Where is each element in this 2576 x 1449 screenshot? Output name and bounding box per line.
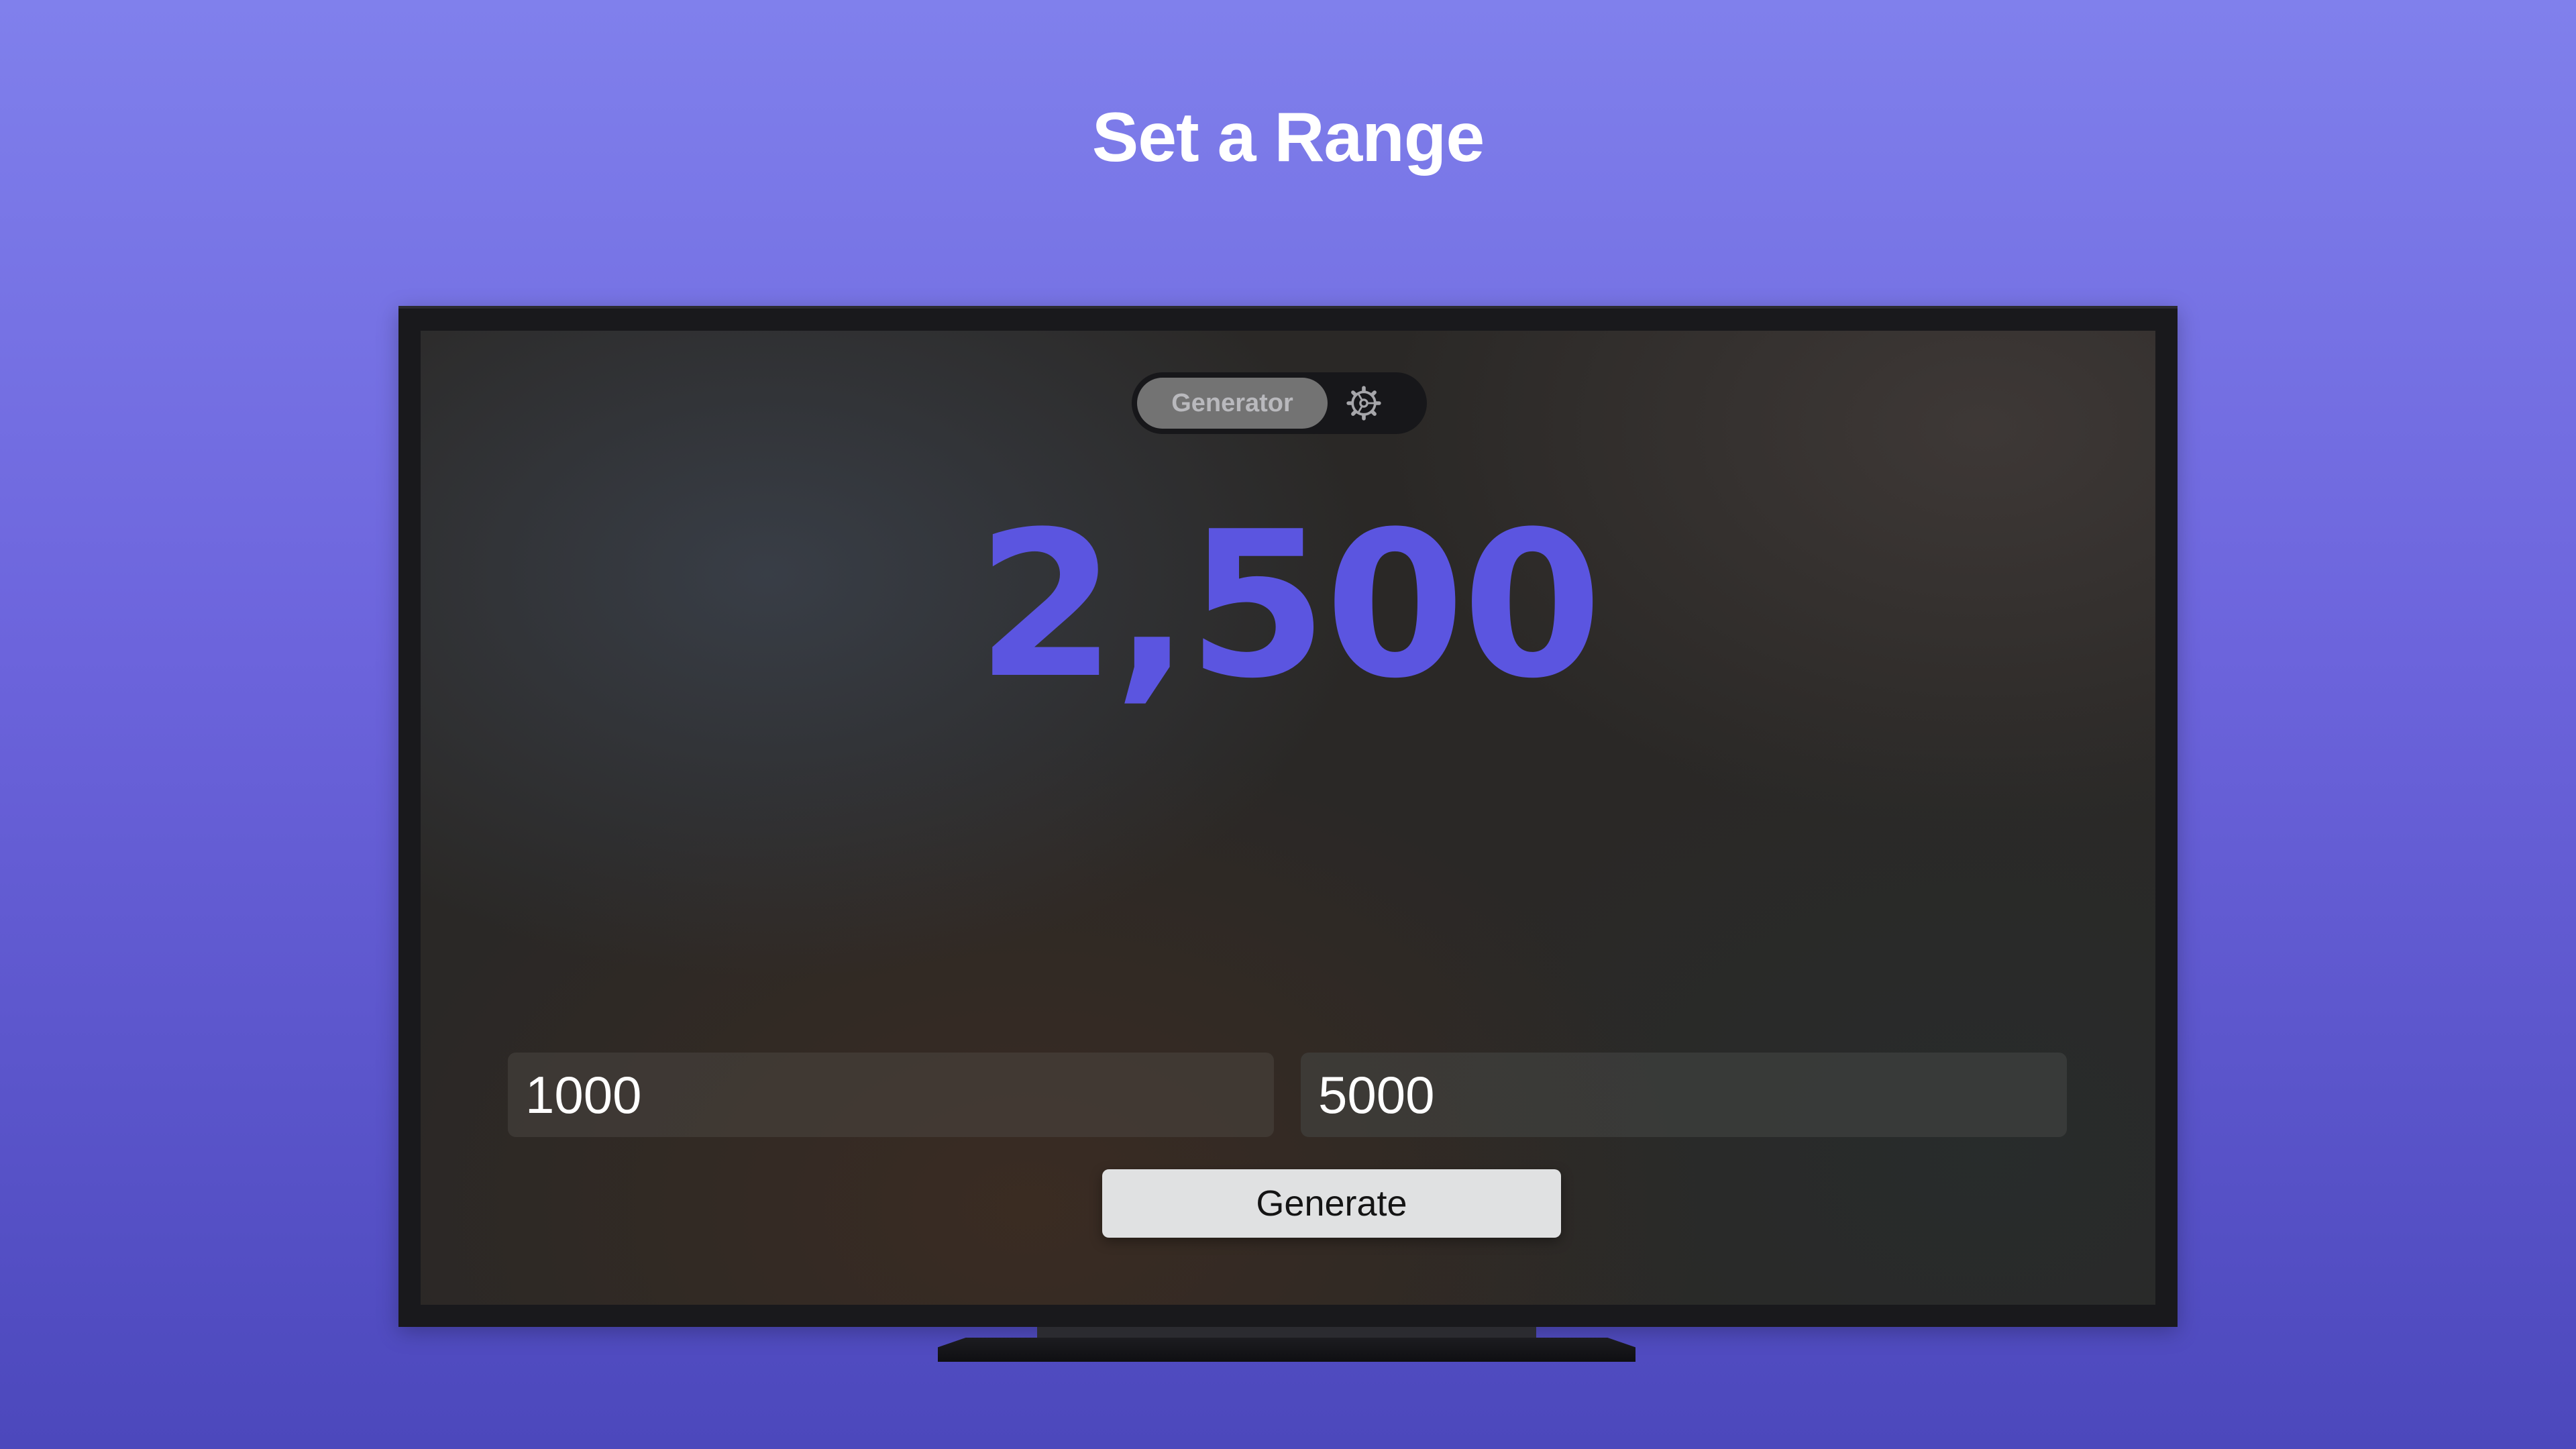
tab-generator[interactable]: Generator — [1137, 378, 1328, 429]
tv-stand-neck — [1037, 1327, 1536, 1338]
range-min-input[interactable] — [508, 1053, 1274, 1137]
gear-icon — [1346, 386, 1381, 421]
tab-settings[interactable] — [1345, 384, 1383, 422]
tv-screen: Generator 2,500 1000 5000 Generate — [421, 331, 2155, 1305]
tab-bar: Generator — [1132, 372, 1427, 434]
headline: Set a Range — [1091, 99, 1485, 176]
range-max-input[interactable] — [1301, 1053, 2067, 1137]
generate-button[interactable]: Generate — [1102, 1169, 1561, 1238]
tv-frame: Generator 2,500 1000 5000 Generate — [398, 306, 2178, 1327]
tv-stand-base — [938, 1338, 1635, 1362]
result-number: 2,500 — [976, 488, 1603, 722]
